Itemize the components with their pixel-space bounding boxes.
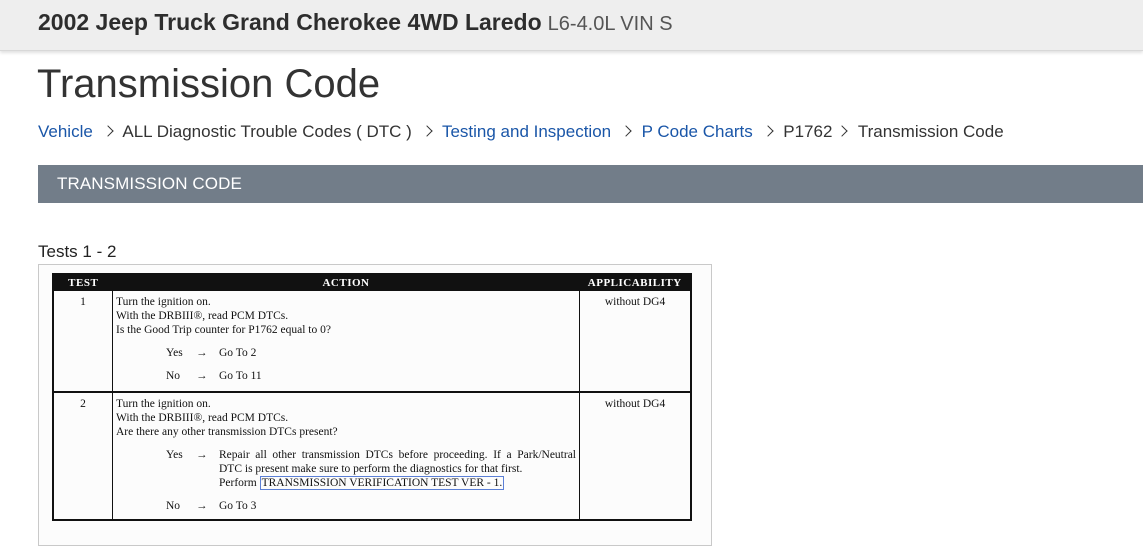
test-number: 2 [80, 398, 86, 410]
chevron-right-icon [420, 125, 433, 137]
chevron-right-icon [620, 125, 632, 137]
table-row: 1 Turn the ignition on. With the DRBIII®… [53, 291, 691, 393]
verification-test-link[interactable]: TRANSMISSION VERIFICATION TEST VER - 1. [259, 476, 505, 490]
section-header-bar: TRANSMISSION CODE [38, 165, 1143, 203]
column-header-test: TEST [53, 274, 113, 291]
tests-range-label: Tests 1 - 2 [38, 242, 117, 261]
table-header-row: TEST ACTION APPLICABILITY [53, 274, 691, 291]
arrow-right-icon: → [196, 500, 208, 512]
chevron-right-icon [761, 125, 774, 137]
arrow-right-icon: → [196, 370, 208, 382]
action-line: Turn the ignition on. [116, 398, 211, 410]
breadcrumb-all-dtc: ALL Diagnostic Trouble Codes ( DTC ) [122, 122, 412, 141]
column-header-action: ACTION [112, 274, 580, 291]
section-title: TRANSMISSION CODE [57, 174, 242, 193]
action-line: With the DRBIII®, read PCM DTCs. [116, 412, 289, 424]
no-label: No [166, 500, 181, 512]
page-title: Transmission Code [37, 62, 381, 106]
arrow-right-icon: → [196, 449, 208, 461]
yes-label: Yes [166, 449, 183, 461]
vehicle-name: 2002 Jeep Truck Grand Cherokee 4WD Lared… [38, 9, 542, 35]
test-action-cell: Turn the ignition on. With the DRBIII®, … [112, 291, 580, 393]
action-line: Are there any other transmission DTCs pr… [116, 426, 338, 438]
yes-branch: Yes → Go To 2 [166, 346, 577, 360]
vehicle-header-bar: 2002 Jeep Truck Grand Cherokee 4WD Lared… [0, 0, 1143, 51]
action-line: Is the Good Trip counter for P1762 equal… [116, 324, 331, 336]
engine-spec: L6-4.0L VIN S [547, 13, 673, 35]
arrow-right-icon: → [196, 347, 208, 359]
breadcrumb-current: Transmission Code [857, 122, 1004, 141]
test-number: 1 [53, 291, 113, 393]
yes-result-block: Repair all other transmission DTCs befor… [219, 448, 577, 490]
no-label: No [166, 370, 181, 382]
breadcrumb-testing-inspection-link[interactable]: Testing and Inspection [442, 122, 611, 141]
breadcrumb-p-code-charts-link[interactable]: P Code Charts [642, 122, 753, 141]
yes-result: Repair all other transmission DTCs befor… [219, 449, 576, 475]
no-result: Go To 3 [219, 500, 257, 512]
chevron-right-icon [101, 125, 114, 137]
breadcrumb: Vehicle ALL Diagnostic Trouble Codes ( D… [38, 122, 1004, 142]
column-header-applicability: APPLICABILITY [579, 274, 691, 291]
yes-branch: Yes → Repair all other transmission DTCs… [166, 448, 577, 490]
test-action-cell: Turn the ignition on. With the DRBIII®, … [112, 392, 580, 520]
no-result: Go To 11 [219, 370, 262, 382]
action-line: Turn the ignition on. [116, 296, 211, 308]
table-row: 2 Turn the ignition on. With the DRBIII®… [53, 392, 691, 520]
breadcrumb-vehicle-link[interactable]: Vehicle [38, 122, 93, 141]
breadcrumb-p1762: P1762 [783, 122, 833, 141]
applicability-cell: without DG4 [579, 291, 691, 393]
no-branch: No → Go To 3 [166, 499, 577, 513]
no-branch: No → Go To 11 [166, 369, 577, 383]
diagnostic-chart-image: TEST ACTION APPLICABILITY 1 Turn the ign… [38, 264, 712, 546]
yes-label: Yes [166, 347, 183, 359]
chevron-right-icon [836, 125, 849, 137]
diagnostic-test-table: TEST ACTION APPLICABILITY 1 Turn the ign… [52, 273, 692, 521]
vehicle-title: 2002 Jeep Truck Grand Cherokee 4WD Lared… [38, 9, 673, 36]
action-line: With the DRBIII®, read PCM DTCs. [116, 310, 289, 322]
perform-label: Perform [219, 477, 257, 489]
yes-result: Go To 2 [219, 347, 257, 359]
applicability-cell: without DG4 [579, 392, 691, 520]
